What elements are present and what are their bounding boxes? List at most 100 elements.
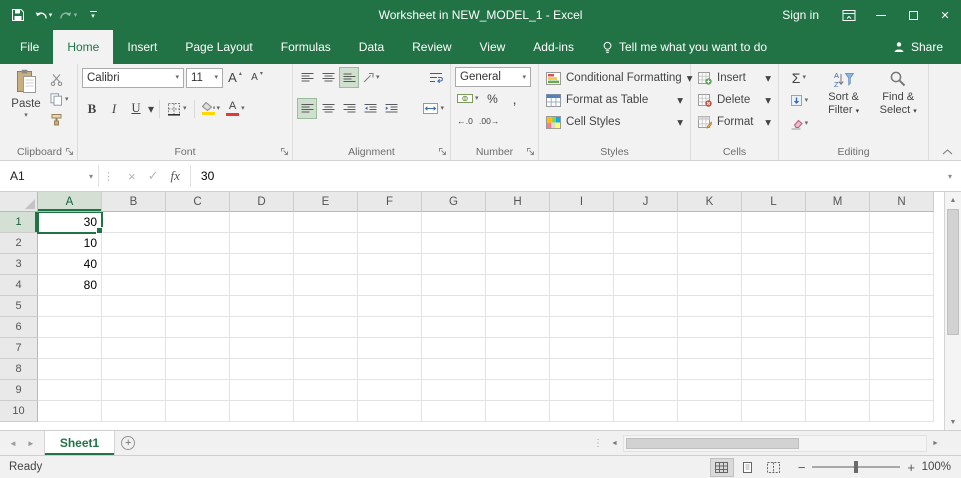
cell-M5[interactable] — [806, 296, 870, 317]
cell-H5[interactable] — [486, 296, 550, 317]
column-header-C[interactable]: C — [166, 192, 230, 212]
underline-dropdown-icon[interactable]: ▾ — [148, 102, 154, 116]
clear-button[interactable]: ▾ — [783, 113, 815, 134]
cell-K1[interactable] — [678, 212, 742, 233]
copy-button[interactable]: ▾ — [48, 90, 71, 109]
row-header-10[interactable]: 10 — [0, 401, 38, 422]
cell-F1[interactable] — [358, 212, 422, 233]
cell-L9[interactable] — [742, 380, 806, 401]
cell-N10[interactable] — [870, 401, 934, 422]
cell-N4[interactable] — [870, 275, 934, 296]
vertical-scrollbar[interactable]: ▲ ▼ — [944, 192, 961, 430]
page-layout-view-button[interactable] — [736, 458, 760, 477]
cell-B7[interactable] — [102, 338, 166, 359]
cell-D8[interactable] — [230, 359, 294, 380]
page-break-preview-button[interactable] — [762, 458, 786, 477]
cell-E10[interactable] — [294, 401, 358, 422]
horizontal-scrollbar[interactable]: ◄ ► — [606, 431, 944, 455]
scroll-up-button[interactable]: ▲ — [945, 192, 961, 208]
sheet-tab-sheet1[interactable]: Sheet1 — [43, 431, 116, 455]
cell-I7[interactable] — [550, 338, 614, 359]
cell-F10[interactable] — [358, 401, 422, 422]
cell-E2[interactable] — [294, 233, 358, 254]
qat-customize-button[interactable]: ▾ — [82, 3, 104, 27]
cell-N6[interactable] — [870, 317, 934, 338]
cell-H6[interactable] — [486, 317, 550, 338]
cell-C6[interactable] — [166, 317, 230, 338]
tab-scroll-splitter[interactable]: ⋮ — [590, 431, 606, 455]
next-sheet-button[interactable]: ► — [27, 439, 35, 448]
cell-I6[interactable] — [550, 317, 614, 338]
cell-L1[interactable] — [742, 212, 806, 233]
accounting-format-button[interactable]: ▾ — [455, 88, 481, 109]
cell-L10[interactable] — [742, 401, 806, 422]
cell-I10[interactable] — [550, 401, 614, 422]
cell-I5[interactable] — [550, 296, 614, 317]
cell-K6[interactable] — [678, 317, 742, 338]
cell-C9[interactable] — [166, 380, 230, 401]
cell-K8[interactable] — [678, 359, 742, 380]
cell-M2[interactable] — [806, 233, 870, 254]
cell-B3[interactable] — [102, 254, 166, 275]
undo-dropdown-icon[interactable]: ▾ — [49, 12, 53, 19]
cell-F8[interactable] — [358, 359, 422, 380]
cell-H2[interactable] — [486, 233, 550, 254]
sort-filter-button[interactable]: AZ Sort & Filter ▾ — [818, 67, 870, 134]
cell-H3[interactable] — [486, 254, 550, 275]
paste-button[interactable]: Paste ▾ — [6, 67, 46, 129]
merge-dropdown-icon[interactable]: ▾ — [440, 105, 444, 112]
borders-button[interactable]: ▾ — [165, 98, 189, 119]
center-button[interactable] — [318, 98, 338, 119]
cell-G2[interactable] — [422, 233, 486, 254]
cell-F2[interactable] — [358, 233, 422, 254]
redo-dropdown-icon[interactable]: ▾ — [74, 12, 78, 19]
autosum-dropdown-icon[interactable]: ▾ — [802, 74, 806, 81]
cell-C5[interactable] — [166, 296, 230, 317]
merge-center-button[interactable]: ▾ — [421, 98, 446, 119]
column-header-N[interactable]: N — [870, 192, 934, 212]
name-box-dropdown-icon[interactable]: ▾ — [89, 172, 93, 181]
tab-home[interactable]: Home — [53, 30, 114, 64]
zoom-slider-track[interactable] — [812, 461, 901, 473]
scroll-right-button[interactable]: ► — [927, 440, 944, 447]
minimize-button[interactable] — [865, 0, 897, 30]
clipboard-dialog-launcher[interactable] — [64, 146, 75, 157]
cell-B6[interactable] — [102, 317, 166, 338]
cell-G1[interactable] — [422, 212, 486, 233]
column-header-M[interactable]: M — [806, 192, 870, 212]
insert-cells-button[interactable]: Insert ▾ — [695, 67, 774, 89]
cell-I4[interactable] — [550, 275, 614, 296]
cell-K2[interactable] — [678, 233, 742, 254]
zoom-slider-thumb[interactable] — [854, 461, 859, 473]
cell-I2[interactable] — [550, 233, 614, 254]
cell-K9[interactable] — [678, 380, 742, 401]
zoom-out-button[interactable]: − — [798, 460, 806, 475]
alignment-dialog-launcher[interactable] — [437, 146, 448, 157]
cell-J7[interactable] — [614, 338, 678, 359]
cell-M7[interactable] — [806, 338, 870, 359]
cell-N7[interactable] — [870, 338, 934, 359]
underline-button[interactable]: U — [126, 98, 146, 119]
cell-I8[interactable] — [550, 359, 614, 380]
clear-dropdown-icon[interactable]: ▾ — [805, 120, 809, 127]
cell-J1[interactable] — [614, 212, 678, 233]
cell-C7[interactable] — [166, 338, 230, 359]
find-select-button[interactable]: Find & Select ▾ — [872, 67, 924, 134]
cell-G10[interactable] — [422, 401, 486, 422]
tab-view[interactable]: View — [466, 30, 520, 64]
column-header-F[interactable]: F — [358, 192, 422, 212]
cell-C8[interactable] — [166, 359, 230, 380]
cell-A7[interactable] — [38, 338, 102, 359]
row-header-1[interactable]: 1 — [0, 212, 38, 233]
scroll-down-button[interactable]: ▼ — [945, 414, 961, 430]
cell-A9[interactable] — [38, 380, 102, 401]
collapse-ribbon-button[interactable] — [942, 149, 953, 155]
cell-E6[interactable] — [294, 317, 358, 338]
cell-K5[interactable] — [678, 296, 742, 317]
undo-button[interactable]: ▾ — [32, 3, 54, 27]
row-header-2[interactable]: 2 — [0, 233, 38, 254]
zoom-in-button[interactable]: + — [907, 460, 915, 475]
cell-N1[interactable] — [870, 212, 934, 233]
cell-J6[interactable] — [614, 317, 678, 338]
column-header-K[interactable]: K — [678, 192, 742, 212]
